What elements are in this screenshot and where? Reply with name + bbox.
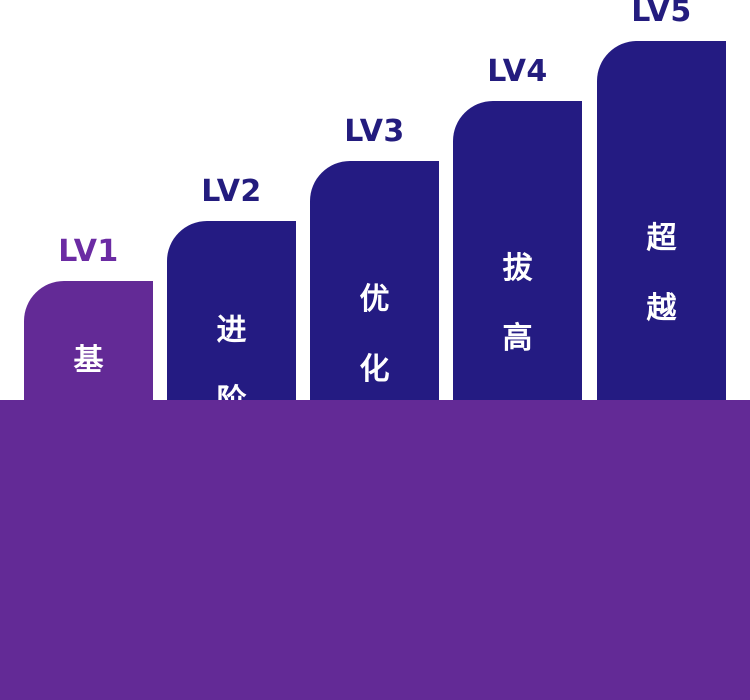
base-band (0, 400, 750, 700)
level-5: LV5 超 越 (597, 0, 726, 400)
level-2-name-line1: 进 (216, 313, 247, 348)
level-4-name-line2: 高 (502, 321, 533, 356)
level-5-name: 超 越 (597, 186, 726, 361)
level-1-name-line1: 基 (73, 343, 104, 378)
level-1: LV1 基 础 (24, 0, 153, 448)
level-1-label: LV1 (58, 234, 119, 269)
level-4: LV4 拔 高 (453, 0, 582, 400)
level-3-label: LV3 (344, 114, 405, 149)
level-2-label: LV2 (201, 174, 262, 209)
level-staircase-diagram: LV1 基 础 LV2 进 阶 LV3 优 化 LV4 拔 高 LV5 (0, 0, 750, 700)
level-3: LV3 优 化 (310, 0, 439, 400)
level-5-label: LV5 (631, 0, 692, 29)
level-3-name-line1: 优 (359, 282, 390, 317)
level-5-name-line2: 越 (646, 291, 677, 326)
level-3-name: 优 化 (310, 247, 439, 422)
level-3-name-line2: 化 (359, 352, 390, 387)
level-4-name-line1: 拔 (502, 251, 533, 286)
level-5-name-line1: 超 (646, 221, 677, 256)
level-2: LV2 进 阶 (167, 0, 296, 418)
level-4-name: 拔 高 (453, 216, 582, 391)
level-4-label: LV4 (487, 54, 548, 89)
